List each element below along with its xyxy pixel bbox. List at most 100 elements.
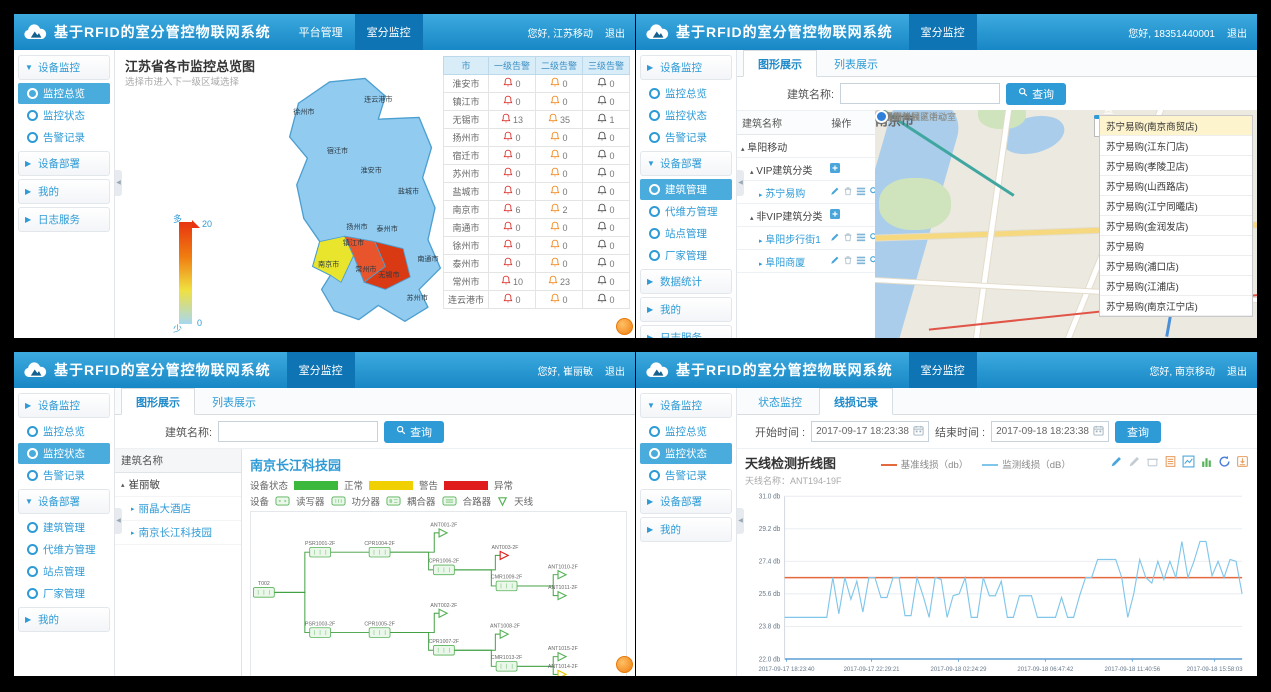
sidebar-group-我的[interactable]: ▶我的: [18, 607, 110, 632]
calendar-icon[interactable]: [1093, 425, 1104, 439]
edit-icon[interactable]: [830, 255, 840, 268]
tab-图形展示[interactable]: 图形展示: [743, 50, 817, 77]
sidebar-item-代维方管理[interactable]: 代维方管理: [18, 539, 110, 560]
grid-icon[interactable]: [856, 186, 866, 199]
sidebar-group-设备监控[interactable]: ▶设备监控: [18, 393, 110, 418]
table-row[interactable]: 宿迁市000: [443, 147, 629, 165]
table-row[interactable]: 镇江市000: [443, 93, 629, 111]
sidebar-group-数据统计[interactable]: ▶数据统计: [640, 269, 732, 294]
sidebar-group-设备监控[interactable]: ▶设备监控: [640, 55, 732, 80]
tree-row[interactable]: ▸ 苏宁易购: [737, 181, 883, 204]
query-button[interactable]: 查询: [1006, 83, 1066, 105]
save-image-icon[interactable]: [1236, 455, 1249, 468]
building-name-input[interactable]: [840, 83, 1000, 104]
sidebar-item-监控状态[interactable]: 监控状态: [18, 105, 110, 126]
tree-root[interactable]: ▴ 崔丽敏: [115, 473, 241, 497]
floating-help-button[interactable]: [616, 318, 633, 335]
sidebar-item-监控总览[interactable]: 监控总览: [18, 83, 110, 104]
search-result-item[interactable]: 苏宁易购(江宁同曦店): [1100, 196, 1252, 216]
nav-item-室分监控[interactable]: 室分监控: [909, 14, 977, 50]
query-button[interactable]: 查询: [384, 421, 444, 443]
caret-open-icon[interactable]: ▴: [750, 169, 754, 176]
nav-item-室分监控[interactable]: 室分监控: [909, 352, 977, 388]
sidebar-item-监控总览[interactable]: 监控总览: [640, 421, 732, 442]
device-topology-diagram[interactable]: T002PSR1001-2FCPR1004-2FANT001-2FCPR1006…: [250, 511, 627, 676]
grid-icon[interactable]: [856, 232, 866, 245]
sidebar-collapse-handle[interactable]: ◀: [737, 170, 744, 196]
mark-icon[interactable]: [1110, 455, 1123, 468]
edit-icon[interactable]: [830, 186, 840, 199]
sidebar-group-日志服务[interactable]: ▶日志服务: [640, 325, 732, 338]
tree-row[interactable]: ▴ 阜阳移动: [737, 135, 883, 158]
sidebar-group-我的[interactable]: ▶我的: [640, 517, 732, 542]
sidebar-item-代维方管理[interactable]: 代维方管理: [640, 201, 732, 222]
caret-open-icon[interactable]: ▴: [750, 215, 754, 222]
table-row[interactable]: 连云港市000: [443, 291, 629, 309]
edit-icon[interactable]: [830, 232, 840, 245]
sidebar-item-站点管理[interactable]: 站点管理: [640, 223, 732, 244]
unmark-icon[interactable]: [1128, 455, 1141, 468]
table-row[interactable]: 扬州市000: [443, 129, 629, 147]
tab-状态监控[interactable]: 状态监控: [743, 388, 817, 414]
table-row[interactable]: 苏州市000: [443, 165, 629, 183]
logout-link[interactable]: 退出: [1227, 363, 1247, 378]
table-row[interactable]: 徐州市000: [443, 237, 629, 255]
floating-help-button[interactable]: [616, 656, 633, 673]
table-row[interactable]: 南京市620: [443, 201, 629, 219]
line-chart-icon[interactable]: [1182, 455, 1195, 468]
sidebar-item-建筑管理[interactable]: 建筑管理: [18, 517, 110, 538]
sidebar-group-设备部署[interactable]: ▼设备部署: [18, 489, 110, 514]
line-loss-chart[interactable]: 22.0 db23.8 db25.6 db27.4 db29.2 db31.0 …: [745, 487, 1249, 676]
search-result-item[interactable]: 苏宁易购(南京江宁店): [1100, 296, 1252, 316]
sidebar-group-日志服务[interactable]: ▶日志服务: [18, 207, 110, 232]
search-result-item[interactable]: 苏宁易购(江浦店): [1100, 276, 1252, 296]
search-result-item[interactable]: 苏宁易购: [1100, 236, 1252, 256]
sidebar-group-我的[interactable]: ▶我的: [640, 297, 732, 322]
delete-icon[interactable]: [843, 232, 853, 245]
nav-item-平台管理[interactable]: 平台管理: [287, 14, 355, 50]
city-map[interactable]: 南京国际展览中心玄武湖公园南京市紫金山梅园新村龙蟠中路社区活动室 苏宁易购 查询…: [875, 110, 1257, 338]
table-row[interactable]: 盐城市000: [443, 183, 629, 201]
legend-item[interactable]: 基准线损（db）: [881, 457, 969, 471]
sidebar-item-监控总览[interactable]: 监控总览: [18, 421, 110, 442]
sidebar-item-监控状态[interactable]: 监控状态: [640, 443, 732, 464]
sidebar-item-监控总览[interactable]: 监控总览: [640, 83, 732, 104]
end-time-input[interactable]: 2017-09-18 18:23:38: [991, 421, 1109, 442]
search-result-item[interactable]: 苏宁易购(南京商贸店): [1100, 116, 1252, 136]
add-icon[interactable]: [830, 163, 840, 176]
data-view-icon[interactable]: [1164, 455, 1177, 468]
sidebar-group-设备监控[interactable]: ▼设备监控: [640, 393, 732, 418]
legend-item[interactable]: 监测线损（dB）: [982, 457, 1071, 471]
sidebar-item-建筑管理[interactable]: 建筑管理: [640, 179, 732, 200]
sidebar-item-厂家管理[interactable]: 厂家管理: [640, 245, 732, 266]
sidebar-item-告警记录[interactable]: 告警记录: [640, 465, 732, 486]
bar-chart-icon[interactable]: [1200, 455, 1213, 468]
sidebar-collapse-handle[interactable]: ◀: [115, 170, 122, 196]
sidebar-item-监控状态[interactable]: 监控状态: [18, 443, 110, 464]
tab-列表展示[interactable]: 列表展示: [819, 50, 893, 76]
caret-open-icon[interactable]: ▴: [741, 146, 745, 153]
delete-icon[interactable]: [843, 255, 853, 268]
sidebar-item-告警记录[interactable]: 告警记录: [18, 127, 110, 148]
logout-link[interactable]: 退出: [605, 25, 625, 40]
sidebar-collapse-handle[interactable]: ◀: [737, 508, 744, 534]
search-result-item[interactable]: 苏宁易购(金润发店): [1100, 216, 1252, 236]
tree-row[interactable]: ▴ VIP建筑分类: [737, 158, 883, 181]
tree-row[interactable]: ▴ 非VIP建筑分类: [737, 204, 883, 227]
grid-icon[interactable]: [856, 255, 866, 268]
tab-线损记录[interactable]: 线损记录: [819, 388, 893, 415]
caret-closed-icon[interactable]: ▸: [759, 261, 763, 268]
table-row[interactable]: 南通市000: [443, 219, 629, 237]
caret-closed-icon[interactable]: ▸: [759, 192, 763, 199]
sidebar-item-告警记录[interactable]: 告警记录: [640, 127, 732, 148]
logout-link[interactable]: 退出: [605, 363, 625, 378]
building-name-input[interactable]: [218, 421, 378, 442]
logout-link[interactable]: 退出: [1227, 25, 1247, 40]
sidebar-item-监控状态[interactable]: 监控状态: [640, 105, 732, 126]
sidebar-group-设备部署[interactable]: ▶设备部署: [640, 489, 732, 514]
tree-item-南京长江科技园[interactable]: ▸南京长江科技园: [115, 521, 241, 545]
search-result-item[interactable]: 苏宁易购(江东门店): [1100, 136, 1252, 156]
search-result-item[interactable]: 苏宁易购(孝陵卫店): [1100, 156, 1252, 176]
nav-item-室分监控[interactable]: 室分监控: [287, 352, 355, 388]
sidebar-collapse-handle[interactable]: ◀: [115, 508, 122, 534]
